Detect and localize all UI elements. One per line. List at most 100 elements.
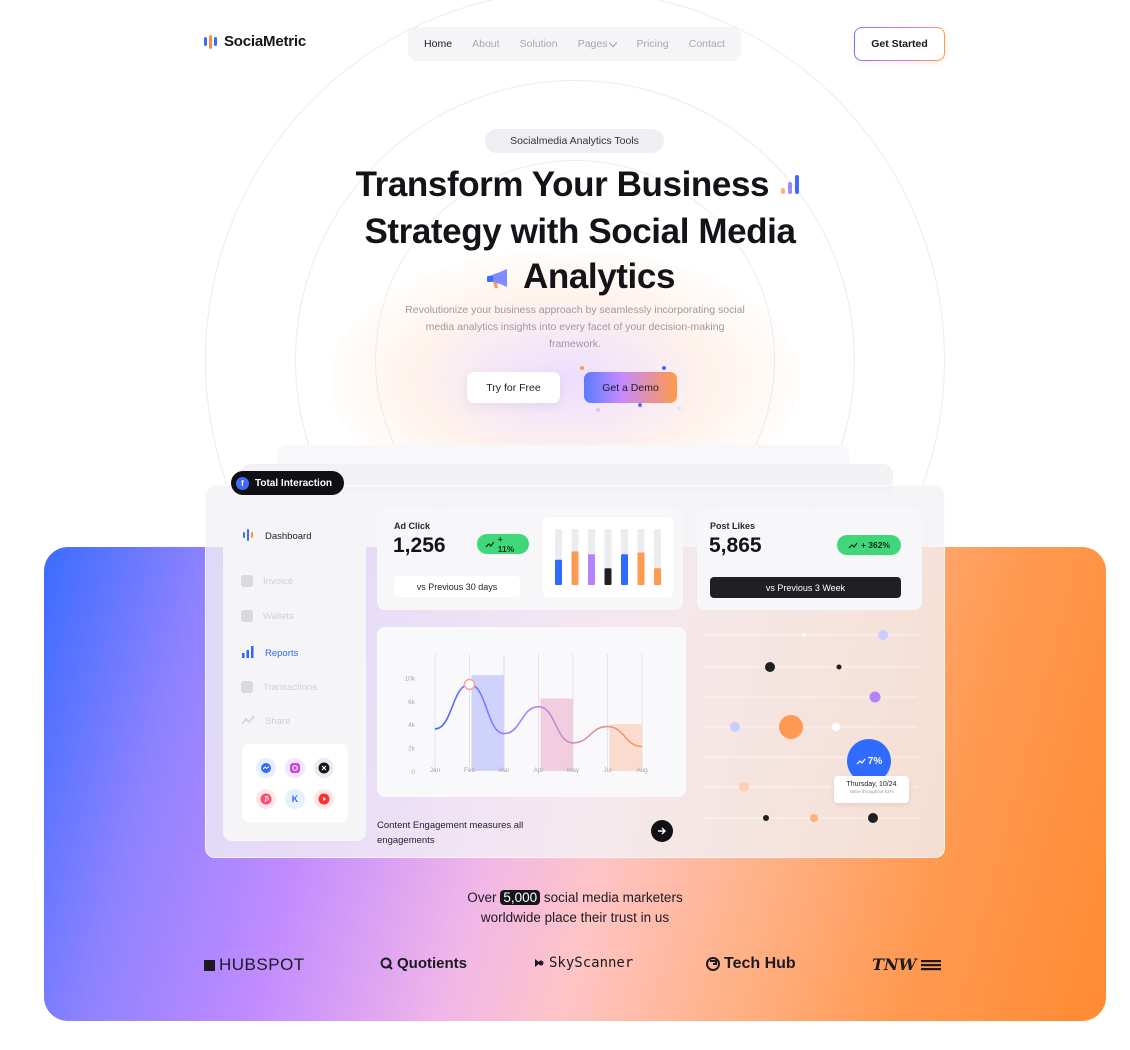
mini-bar: [555, 559, 562, 585]
dashboard-icon: [241, 528, 255, 545]
post-likes-value: 5,865: [709, 534, 762, 557]
mini-bar: [654, 568, 661, 585]
trend-up-icon: [856, 758, 866, 764]
nav-home[interactable]: Home: [424, 38, 452, 50]
trust-line2: worldwide place their trust in us: [480, 910, 670, 925]
tnw-name: TNW: [872, 955, 917, 974]
sidebar-item-wallets[interactable]: Wallets: [241, 610, 294, 622]
main-nav: Home About Solution Pages Pricing Contac…: [408, 27, 741, 61]
trust-prefix: Over: [467, 890, 497, 905]
trust-highlight: 5,000: [500, 890, 541, 905]
mini-bar: [637, 552, 645, 585]
instagram-icon[interactable]: [285, 758, 305, 778]
tnw-icon: [920, 959, 941, 970]
growth-value: 7%: [867, 755, 883, 767]
hero-title-line3: Analytics: [522, 257, 676, 297]
post-likes-label: Post Likes: [710, 521, 756, 531]
social-icons-box: K: [242, 744, 348, 822]
kickstarter-icon[interactable]: K: [285, 789, 305, 809]
sparkle-decoration: [662, 366, 666, 370]
engagement-chart-card: 0 2k 4k 6k 10k Jan Feb Mar Apr May Jul Aug: [377, 627, 686, 797]
highlight-bar: [609, 724, 642, 771]
sidebar-item-label: Share: [265, 716, 291, 727]
post-likes-change-badge: + 362%: [837, 535, 901, 555]
ad-click-change: + 11%: [497, 534, 515, 554]
hero-title-line2: Strategy with Social Media: [364, 212, 796, 252]
engagement-text: Content Engagement measures all engageme…: [377, 820, 524, 846]
sidebar-item-share[interactable]: Share: [241, 714, 290, 729]
sidebar-item-reports[interactable]: Reports: [241, 646, 298, 661]
sidebar-item-label: Invoice: [263, 575, 294, 587]
quotients-icon: [380, 957, 393, 970]
techhub-name: Tech Hub: [724, 955, 796, 972]
x-twitter-icon[interactable]: [314, 758, 334, 778]
techhub-logo: Tech Hub: [706, 955, 796, 973]
hero-pill: Socialmedia Analytics Tools: [485, 129, 664, 153]
total-interaction-badge: f Total Interaction: [231, 471, 345, 495]
try-for-free-button[interactable]: Try for Free: [467, 372, 560, 403]
x-tick-label: Mar: [498, 767, 510, 774]
mini-bar: [621, 554, 628, 585]
logo-icon: [204, 34, 217, 49]
bar-chart-icon: [778, 164, 804, 209]
x-tick-label: Feb: [464, 767, 476, 774]
nav-pricing[interactable]: Pricing: [637, 38, 669, 50]
sparkle-decoration: [638, 403, 642, 407]
mini-bar: [571, 551, 579, 585]
nav-pages-label: Pages: [577, 38, 608, 50]
hero-title: Transform Your Business Strategy with So…: [300, 162, 860, 302]
post-likes-change: + 362%: [860, 540, 891, 550]
reports-icon: [241, 646, 255, 661]
share-icon: [241, 714, 255, 729]
chart-tooltip: Thursday, 10/24 Value throughout 52%: [834, 776, 909, 803]
sidebar-item-label: Dashboard: [265, 531, 312, 542]
brand-logo[interactable]: SociaMetric: [204, 33, 306, 50]
ad-click-change-badge: + 11%: [477, 534, 529, 554]
ad-click-compare[interactable]: vs Previous 30 days: [394, 576, 520, 597]
skyscanner-logo: SkyScanner: [533, 955, 633, 971]
sparkle-decoration: [580, 366, 584, 370]
mini-bar-chart: [542, 517, 674, 597]
nav-contact[interactable]: Contact: [689, 38, 725, 50]
post-likes-compare[interactable]: vs Previous 3 Week: [710, 577, 901, 598]
chevron-down-icon: [609, 38, 618, 47]
sidebar-item-dashboard[interactable]: Dashboard: [241, 528, 311, 545]
messenger-icon[interactable]: [256, 758, 276, 778]
megaphone-icon: [485, 257, 513, 302]
sidebar-item-invoice[interactable]: Invoice: [241, 575, 293, 587]
sparkle-decoration: [596, 408, 600, 412]
hero-subtitle: Revolutionize your business approach by …: [405, 304, 745, 350]
mini-bar: [588, 554, 595, 585]
line-point: [463, 678, 476, 691]
ad-click-value: 1,256: [393, 534, 446, 557]
youtube-icon[interactable]: [314, 789, 334, 809]
nav-about[interactable]: About: [472, 38, 499, 50]
x-tick-label: Jul: [603, 767, 612, 774]
y-tick-label: 0: [411, 769, 415, 776]
nav-pages[interactable]: Pages: [577, 38, 618, 50]
wallet-icon: [241, 610, 253, 622]
x-tick-label: Jan: [430, 767, 441, 774]
trend-up-icon: [848, 542, 858, 548]
facebook-icon: f: [236, 476, 249, 490]
quotients-logo: Quotients: [380, 955, 467, 972]
nav-solution[interactable]: Solution: [520, 38, 558, 50]
engagement-line-chart: 0 2k 4k 6k 10k Jan Feb Mar Apr May Jul Aug: [405, 654, 648, 776]
arrow-right-button[interactable]: [651, 820, 673, 842]
get-a-demo-button[interactable]: Get a Demo: [584, 372, 677, 403]
trust-suffix: social media marketers: [543, 890, 683, 905]
y-tick-label: 4k: [408, 722, 416, 729]
arrow-right-icon: [658, 827, 666, 835]
mini-bar-chart-svg: [555, 529, 661, 585]
trend-up-icon: [485, 541, 495, 547]
sidebar-item-transactions[interactable]: Transactions: [241, 681, 317, 693]
sidebar-item-label: Wallets: [263, 610, 294, 622]
trust-statement: Over 5,000 social media marketers worldw…: [380, 888, 770, 928]
pinterest-icon[interactable]: [256, 789, 276, 809]
tooltip-title: Thursday, 10/24: [846, 781, 897, 788]
x-tick-label: Aug: [636, 767, 648, 774]
get-started-button[interactable]: Get Started: [854, 27, 945, 61]
sidebar-item-label: Reports: [265, 648, 299, 659]
total-interaction-label: Total Interaction: [255, 477, 333, 489]
skyscanner-icon: [535, 959, 544, 967]
